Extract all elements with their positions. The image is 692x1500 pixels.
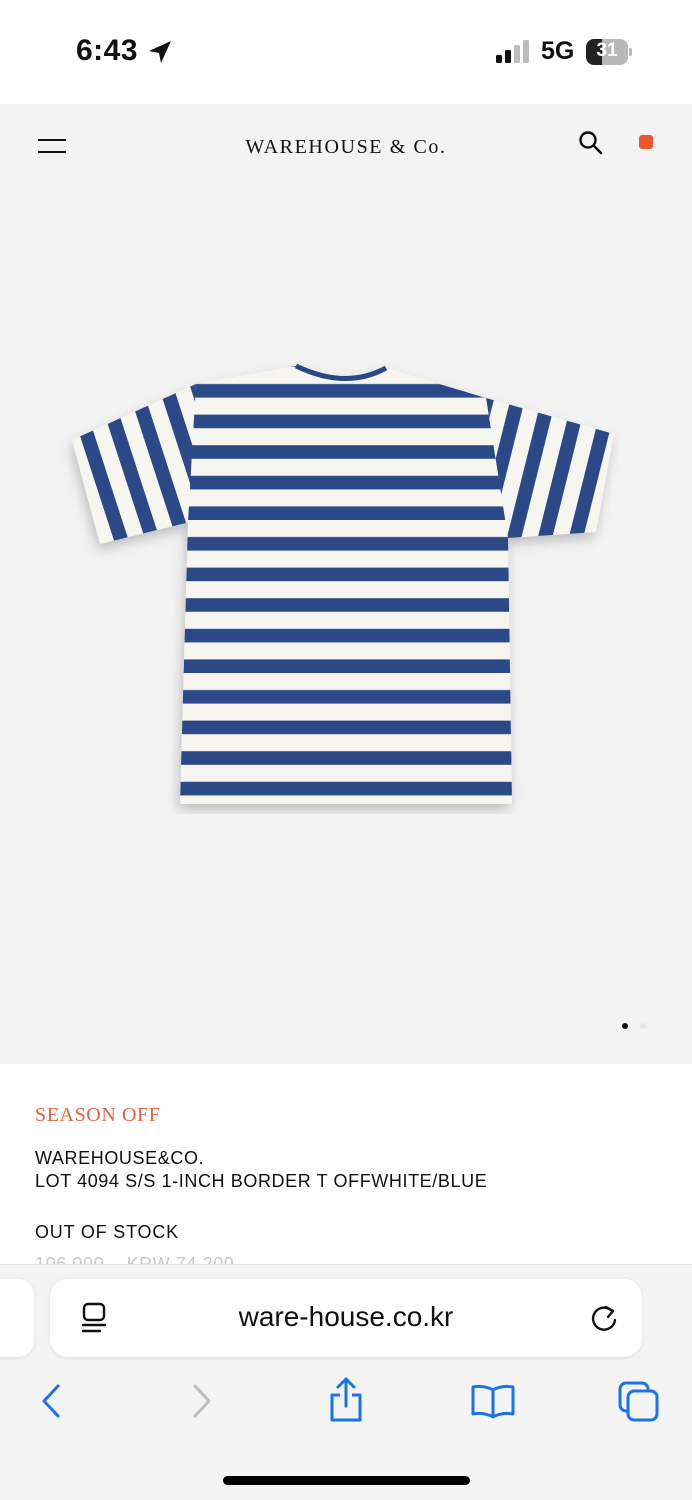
striped-tshirt-image xyxy=(72,363,614,804)
cellular-signal-icon xyxy=(496,40,529,63)
battery-icon: 31 xyxy=(586,39,632,65)
share-icon[interactable] xyxy=(327,1376,365,1424)
tabs-icon[interactable] xyxy=(617,1380,661,1424)
promo-tag: SEASON OFF xyxy=(35,1104,161,1126)
product-brand: WAREHOUSE&CO. xyxy=(35,1148,205,1168)
carousel-dot-active[interactable] xyxy=(622,1023,628,1029)
location-arrow-icon xyxy=(149,41,171,63)
search-icon[interactable] xyxy=(578,130,604,156)
cart-icon[interactable] xyxy=(639,135,653,149)
home-indicator xyxy=(223,1476,470,1485)
url-text[interactable]: ware-house.co.kr xyxy=(50,1301,642,1333)
status-time: 6:43 xyxy=(76,34,139,67)
reload-icon[interactable] xyxy=(589,1302,619,1334)
network-type: 5G xyxy=(541,37,575,65)
status-bar: 6:43 5G 31 xyxy=(0,0,692,104)
forward-icon[interactable] xyxy=(187,1382,215,1420)
back-icon[interactable] xyxy=(38,1382,66,1420)
stock-status: OUT OF STOCK xyxy=(35,1222,179,1242)
carousel-dot[interactable] xyxy=(640,1023,646,1029)
product-name: LOT 4094 S/S 1-INCH BORDER T OFFWHITE/BL… xyxy=(35,1171,488,1191)
bookmarks-icon[interactable] xyxy=(470,1382,516,1420)
battery-level: 31 xyxy=(596,40,618,61)
previous-tab-card[interactable] xyxy=(0,1279,34,1357)
